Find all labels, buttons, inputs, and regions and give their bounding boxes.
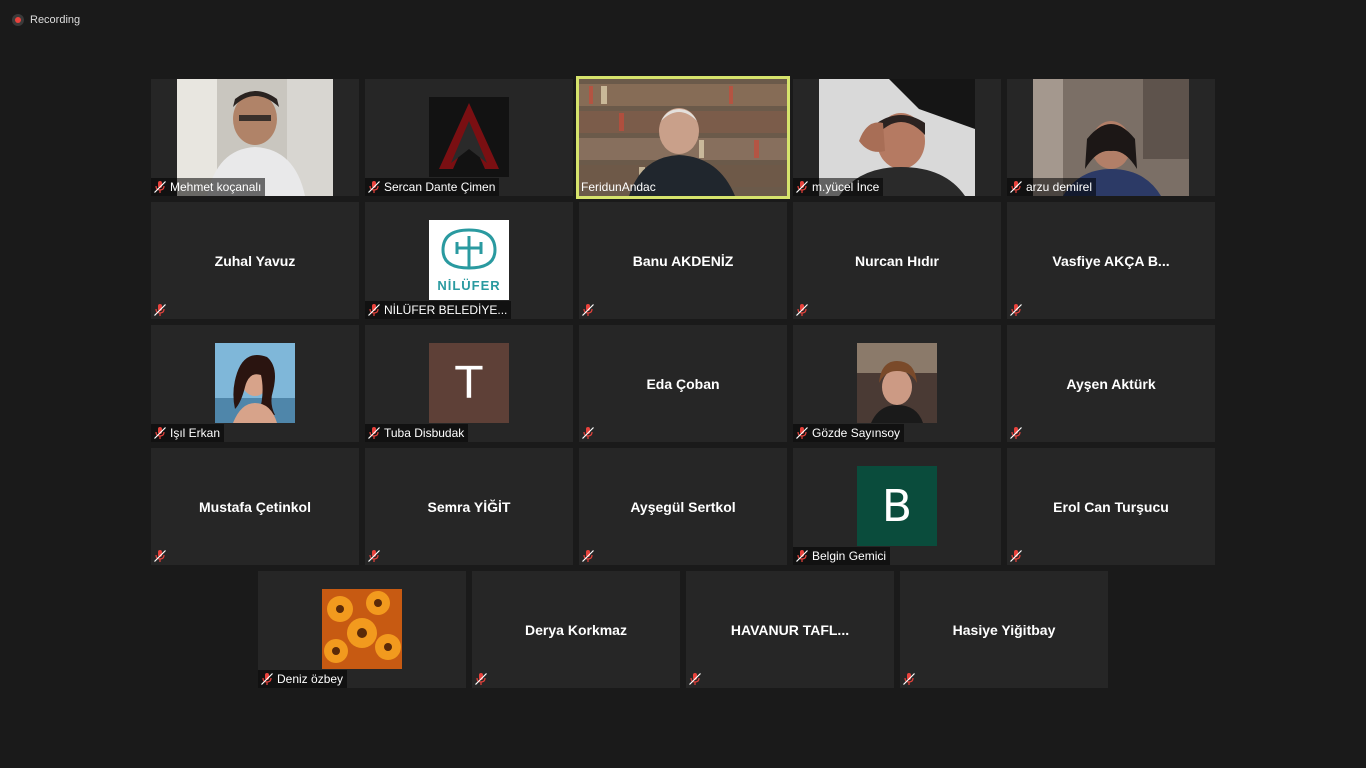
muted-mic-icon xyxy=(796,304,808,316)
muted-mic-icon xyxy=(368,427,380,439)
participant-name-label xyxy=(579,547,599,565)
muted-mic-icon xyxy=(154,304,166,316)
participant-name-label xyxy=(793,301,813,319)
muted-mic-icon xyxy=(154,181,166,193)
participant-tile[interactable]: T Tuba Disbudak xyxy=(365,325,573,442)
participant-name-label xyxy=(1007,424,1027,442)
muted-mic-icon xyxy=(796,427,808,439)
participant-name-label xyxy=(151,301,171,319)
participant-name-label: Işıl Erkan xyxy=(151,424,225,442)
muted-mic-icon xyxy=(1010,181,1022,193)
participant-tile[interactable]: Vasfiye AKÇA B... xyxy=(1007,202,1215,319)
participant-name-label: Mehmet koçanalı xyxy=(151,178,266,196)
muted-mic-icon xyxy=(368,550,380,562)
participant-tile[interactable]: m.yücel İnce xyxy=(793,79,1001,196)
participant-name-label: Belgin Gemici xyxy=(793,547,891,565)
participant-tile[interactable]: B Belgin Gemici xyxy=(793,448,1001,565)
muted-mic-icon xyxy=(582,304,594,316)
recording-label: Recording xyxy=(30,14,81,26)
participant-name-label: FeridunAndac xyxy=(581,180,656,194)
participant-display-name: Banu AKDENİZ xyxy=(632,252,734,269)
muted-mic-icon xyxy=(154,550,166,562)
participant-display-name: Derya Korkmaz xyxy=(525,621,627,638)
participant-name-label: m.yücel İnce xyxy=(793,178,884,196)
participant-tile[interactable]: Ayşen Aktürk xyxy=(1007,325,1215,442)
muted-mic-icon xyxy=(154,427,166,439)
muted-mic-icon xyxy=(796,550,808,562)
participant-name-label xyxy=(686,670,706,688)
participant-display-name: Nurcan Hıdır xyxy=(854,252,939,269)
participant-tile[interactable]: arzu demirel xyxy=(1007,79,1215,196)
participant-picture xyxy=(215,343,295,423)
participant-display-name: Semra YİĞİT xyxy=(427,498,511,515)
participant-name-label xyxy=(579,301,599,319)
participant-tile[interactable]: Ayşegül Sertkol xyxy=(579,448,787,565)
participant-display-name: Zuhal Yavuz xyxy=(214,252,296,269)
participant-display-name: Mustafa Çetinkol xyxy=(198,498,311,515)
participant-display-name: Ayşen Aktürk xyxy=(1066,375,1156,392)
muted-mic-icon xyxy=(903,673,915,685)
participant-display-name: HAVANUR TAFL... xyxy=(730,621,850,638)
muted-mic-icon xyxy=(796,181,808,193)
participant-name-label xyxy=(1007,547,1027,565)
muted-mic-icon xyxy=(689,673,701,685)
participant-name-label xyxy=(900,670,920,688)
participant-display-name: Vasfiye AKÇA B... xyxy=(1052,252,1170,269)
participant-name-label: arzu demirel xyxy=(1007,178,1097,196)
logo-text: NİLÜFER xyxy=(437,278,501,293)
participant-name-label xyxy=(579,424,599,442)
participant-name-label: Sercan Dante Çimen xyxy=(365,178,500,196)
recording-indicator[interactable]: Recording xyxy=(12,12,80,28)
muted-mic-icon xyxy=(475,673,487,685)
participant-name-label xyxy=(365,547,385,565)
participant-picture xyxy=(857,343,937,423)
participant-tile[interactable]: Mustafa Çetinkol xyxy=(151,448,359,565)
muted-mic-icon xyxy=(368,181,380,193)
participant-display-name: Eda Çoban xyxy=(646,375,720,392)
participant-name-label xyxy=(1007,301,1027,319)
participant-name-label: Deniz özbey xyxy=(258,670,348,688)
muted-mic-icon xyxy=(1010,550,1022,562)
participant-tile[interactable]: Mehmet koçanalı xyxy=(151,79,359,196)
participant-display-name: Ayşegül Sertkol xyxy=(630,498,736,515)
muted-mic-icon xyxy=(368,304,380,316)
participant-tile[interactable]: Semra YİĞİT xyxy=(365,448,573,565)
participant-tile[interactable]: Deniz özbey xyxy=(258,571,466,688)
participant-avatar: T xyxy=(429,343,509,423)
participant-tile[interactable]: Hasiye Yiğitbay xyxy=(900,571,1108,688)
participant-name-label xyxy=(151,547,171,565)
participant-tile[interactable]: Erol Can Turşucu xyxy=(1007,448,1215,565)
participant-name-label xyxy=(472,670,492,688)
muted-mic-icon xyxy=(582,550,594,562)
muted-mic-icon xyxy=(261,673,273,685)
participant-tile[interactable]: Işıl Erkan xyxy=(151,325,359,442)
muted-mic-icon xyxy=(1010,427,1022,439)
participant-tile[interactable]: Eda Çoban xyxy=(579,325,787,442)
participant-logo: NİLÜFER xyxy=(429,220,509,300)
participant-tile[interactable]: NİLÜFER NİLÜFER BELEDİYE... xyxy=(365,202,573,319)
participant-tile[interactable]: Zuhal Yavuz xyxy=(151,202,359,319)
recording-icon xyxy=(12,14,24,26)
participant-display-name: Hasiye Yiğitbay xyxy=(952,621,1056,638)
participant-tile[interactable]: HAVANUR TAFL... xyxy=(686,571,894,688)
participant-name-label: Tuba Disbudak xyxy=(365,424,469,442)
participant-name-label: Gözde Sayınsoy xyxy=(793,424,905,442)
participant-picture xyxy=(322,589,402,669)
participant-tile[interactable]: Nurcan Hıdır xyxy=(793,202,1001,319)
participant-picture xyxy=(429,97,509,177)
participant-tile[interactable]: Banu AKDENİZ xyxy=(579,202,787,319)
participant-tile[interactable]: Derya Korkmaz xyxy=(472,571,680,688)
participant-name-label: NİLÜFER BELEDİYE... xyxy=(365,301,512,319)
participant-tile[interactable]: Gözde Sayınsoy xyxy=(793,325,1001,442)
participant-avatar: B xyxy=(857,466,937,546)
muted-mic-icon xyxy=(1010,304,1022,316)
muted-mic-icon xyxy=(582,427,594,439)
active-speaker-tile[interactable]: FeridunAndac xyxy=(576,76,790,199)
participant-display-name: Erol Can Turşucu xyxy=(1053,498,1169,515)
participant-tile[interactable]: Sercan Dante Çimen xyxy=(365,79,573,196)
